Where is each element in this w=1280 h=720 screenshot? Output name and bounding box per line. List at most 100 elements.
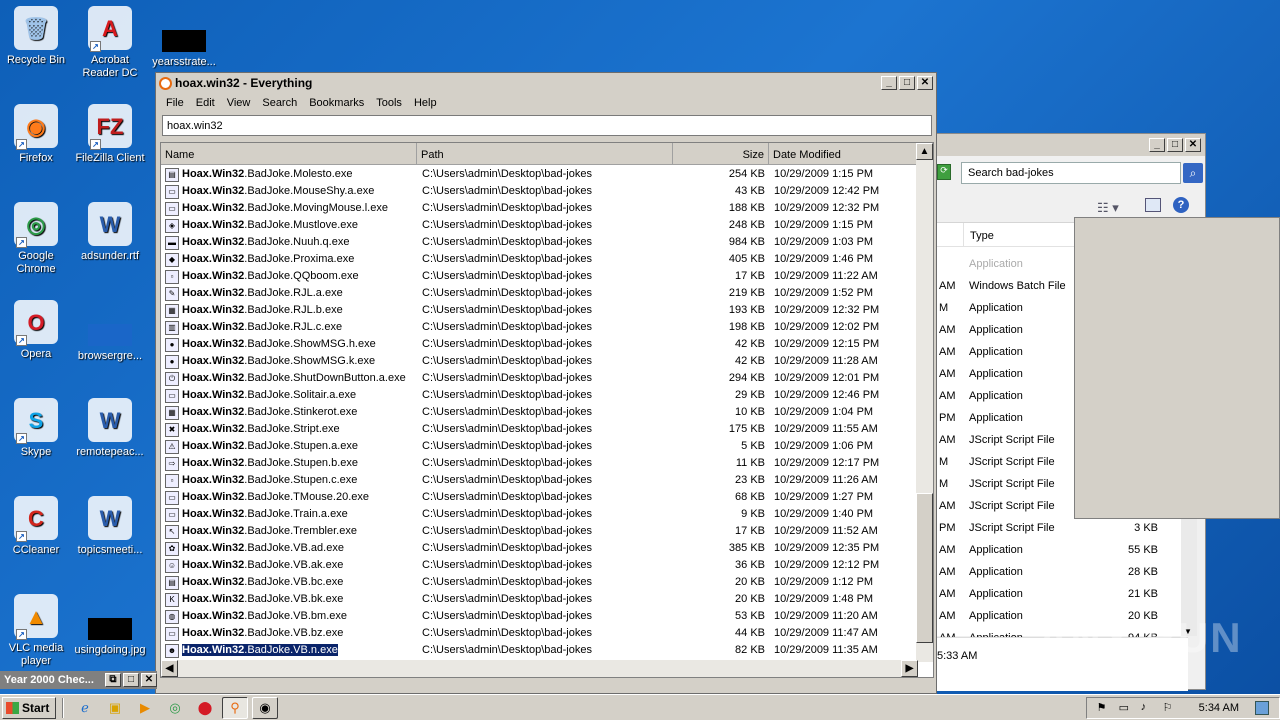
scroll-right-icon[interactable]: ▶ xyxy=(901,660,918,677)
menu-item[interactable]: Tools xyxy=(370,97,408,109)
desktop-icon[interactable]: Wremotepeac... xyxy=(74,398,146,459)
close-icon[interactable]: ✕ xyxy=(1185,138,1201,152)
maximize-icon[interactable]: □ xyxy=(1167,138,1183,152)
everything-titlebar[interactable]: hoax.win32 - Everything _ □ ✕ xyxy=(156,73,936,93)
opera-icon[interactable]: ⬤ xyxy=(192,697,218,719)
eye-app-icon[interactable]: ◉ xyxy=(252,696,278,719)
desktop-icon[interactable]: browsergre... xyxy=(74,300,146,363)
table-row[interactable]: ▤ Hoax.Win32.BadJoke.VB.bc.exe C:\Users\ad… xyxy=(161,574,921,591)
table-row[interactable]: ⏻ Hoax.Win32.BadJoke.ShutDownButton.a.exe… xyxy=(161,370,921,387)
table-row[interactable]: ● Hoax.Win32.BadJoke.ShowMSG.h.exe C:\User… xyxy=(161,336,921,353)
table-row[interactable]: ▫ Hoax.Win32.BadJoke.Stupen.c.exe C:\Users… xyxy=(161,472,921,489)
volume-icon[interactable]: ♪ xyxy=(1141,701,1155,715)
start-button[interactable]: Start xyxy=(2,696,56,719)
scroll-down-icon[interactable]: ▼ xyxy=(933,645,934,662)
horizontal-scrollbar[interactable]: ◀ ▶ xyxy=(161,660,918,677)
desktop-icon[interactable]: usingdoing.jpg xyxy=(74,594,146,657)
minimize-icon[interactable]: _ xyxy=(1149,138,1165,152)
table-row[interactable]: ▥ Hoax.Win32.BadJoke.RJL.c.exe C:\Users\ad… xyxy=(161,319,921,336)
size-column-header[interactable]: Size xyxy=(673,143,769,165)
everything-window[interactable]: hoax.win32 - Everything _ □ ✕ File Edit View… xyxy=(155,72,937,694)
search-icon[interactable]: ⌕ xyxy=(1183,163,1203,183)
explorer-titlebar[interactable]: _ □ ✕ xyxy=(933,134,1205,156)
table-row[interactable]: ☺ Hoax.Win32.BadJoke.VB.ak.exe C:\Users\ad… xyxy=(161,557,921,574)
table-row[interactable]: ▭ Hoax.Win32.BadJoke.Solitair.a.exe C:\Use… xyxy=(161,387,921,404)
minimize-icon[interactable]: _ xyxy=(881,76,897,90)
table-row[interactable]: ▭ Hoax.Win32.BadJoke.TMouse.20.exe C:\User… xyxy=(161,489,921,506)
table-row[interactable]: ✎ Hoax.Win32.BadJoke.RJL.a.exe C:\Users\ad… xyxy=(161,285,921,302)
scroll-thumb[interactable] xyxy=(916,493,933,643)
chrome-icon[interactable]: ◎ xyxy=(162,697,188,719)
table-row[interactable]: ▤ Hoax.Win32.BadJoke.Molesto.exe C:\Users\… xyxy=(161,166,921,183)
minimized-window[interactable]: Year 2000 Chec... ⧉ □ ✕ xyxy=(0,671,157,689)
menu-item[interactable]: View xyxy=(221,97,257,109)
desktop-icon[interactable]: S ↗ Skype xyxy=(0,398,72,459)
table-row[interactable]: ⚠ Hoax.Win32.BadJoke.Stupen.a.exe C:\Users… xyxy=(161,438,921,455)
desktop-icon[interactable]: Wadsunder.rtf xyxy=(74,202,146,263)
date-column-header[interactable]: Date Modified xyxy=(769,143,917,165)
close-icon[interactable]: ✕ xyxy=(917,76,933,90)
path-column-header[interactable]: Path xyxy=(417,143,673,165)
desktop-icon[interactable]: FZ ↗ FileZilla Client xyxy=(74,104,146,165)
explorer-icon[interactable]: ▣ xyxy=(102,697,128,719)
table-row[interactable]: ◍ Hoax.Win32.BadJoke.VB.bm.exe C:\Users\ad… xyxy=(161,608,921,625)
table-row[interactable]: ▭ Hoax.Win32.BadJoke.MovingMouse.l.exe C:\… xyxy=(161,200,921,217)
table-row[interactable]: K Hoax.Win32.BadJoke.VB.bk.exe C:\Users\ad… xyxy=(161,591,921,608)
action-center-icon[interactable]: ⚑ xyxy=(1097,701,1111,715)
table-row[interactable]: ▦ Hoax.Win32.BadJoke.Stinkerot.exe C:\User… xyxy=(161,404,921,421)
search-input[interactable]: hoax.win32 xyxy=(162,115,932,136)
desktop-icon[interactable]: ▲ ↗ VLC media player xyxy=(0,594,72,668)
type-column-header[interactable]: Type xyxy=(963,223,1000,247)
desktop-icon[interactable]: Wtopicsmeeti... xyxy=(74,496,146,557)
clock[interactable]: 5:34 AM xyxy=(1199,702,1239,714)
menu-item[interactable]: Search xyxy=(256,97,303,109)
list-item[interactable]: AM Application 55 KB xyxy=(933,542,1188,560)
table-row[interactable]: ▬ Hoax.Win32.BadJoke.Nuuh.q.exe C:\Users\a… xyxy=(161,234,921,251)
flag-icon[interactable]: ⚐ xyxy=(1163,701,1177,715)
restore-icon[interactable]: ⧉ xyxy=(105,673,121,687)
scroll-up-icon[interactable]: ▲ xyxy=(916,143,933,160)
table-row[interactable]: ▭ Hoax.Win32.BadJoke.MouseShy.a.exe C:\Use… xyxy=(161,183,921,200)
explorer-search-input[interactable]: Search bad-jokes xyxy=(961,162,1181,184)
menu-item[interactable]: Edit xyxy=(190,97,221,109)
show-desktop-icon[interactable] xyxy=(1255,700,1269,715)
table-row[interactable]: ☻ Hoax.Win32.BadJoke.VB.n.exe C:\Users\adm… xyxy=(161,642,921,659)
close-icon[interactable]: ✕ xyxy=(141,673,157,687)
view-options-icon[interactable]: ☷ ▾ xyxy=(1097,200,1119,216)
refresh-icon[interactable]: ⟳ xyxy=(937,164,951,180)
maximize-icon[interactable]: □ xyxy=(899,76,915,90)
table-row[interactable]: ✖ Hoax.Win32.BadJoke.Stript.exe C:\Users\a… xyxy=(161,421,921,438)
ie-icon[interactable]: ℯ xyxy=(72,697,98,719)
table-row[interactable]: ▭ Hoax.Win32.BadJoke.VB.bz.exe C:\Users\ad… xyxy=(161,625,921,642)
desktop-icon[interactable]: yearsstrate... xyxy=(148,6,220,69)
menu-item[interactable]: File xyxy=(160,97,190,109)
network-icon[interactable]: ▭ xyxy=(1119,701,1133,715)
table-row[interactable]: ⇨ Hoax.Win32.BadJoke.Stupen.b.exe C:\Users… xyxy=(161,455,921,472)
name-column-header[interactable]: Name xyxy=(161,143,417,165)
table-row[interactable]: ▭ Hoax.Win32.BadJoke.Train.a.exe C:\Users\… xyxy=(161,506,921,523)
table-row[interactable]: ◆ Hoax.Win32.BadJoke.Proxima.exe C:\Users\… xyxy=(161,251,921,268)
vertical-scrollbar[interactable]: ▲ ▼ xyxy=(916,143,933,662)
table-row[interactable]: ● Hoax.Win32.BadJoke.ShowMSG.k.exe C:\User… xyxy=(161,353,921,370)
desktop-icon[interactable]: A ↗ Acrobat Reader DC xyxy=(74,6,146,80)
table-row[interactable]: ◈ Hoax.Win32.BadJoke.Mustlove.exe C:\Users… xyxy=(161,217,921,234)
everything-icon[interactable]: ⚲ xyxy=(222,696,248,719)
desktop-icon[interactable]: 🗑 Recycle Bin xyxy=(0,6,72,67)
table-row[interactable]: ▫ Hoax.Win32.BadJoke.QQboom.exe C:\Users\a… xyxy=(161,268,921,285)
list-item[interactable]: AM Application 28 KB xyxy=(933,564,1188,582)
desktop-icon[interactable]: ◉ ↗ Firefox xyxy=(0,104,72,165)
menu-item[interactable]: Bookmarks xyxy=(303,97,370,109)
help-icon[interactable]: ? xyxy=(1173,197,1189,213)
desktop-icon[interactable]: O ↗ Opera xyxy=(0,300,72,361)
results-list[interactable]: Name Path Size Date Modified ▤ Hoax.Win32… xyxy=(160,142,934,678)
preview-pane-icon[interactable] xyxy=(1145,198,1161,212)
menu-item[interactable]: Help xyxy=(408,97,443,109)
desktop-icon[interactable]: ◎ ↗ Google Chrome xyxy=(0,202,72,276)
media-player-icon[interactable]: ▶ xyxy=(132,697,158,719)
scroll-left-icon[interactable]: ◀ xyxy=(161,660,178,677)
list-item[interactable]: AM Application 21 KB xyxy=(933,586,1188,604)
list-item[interactable]: PM JScript Script File 3 KB xyxy=(933,520,1188,538)
desktop-icon[interactable]: C ↗ CCleaner xyxy=(0,496,72,557)
table-row[interactable]: ▦ Hoax.Win32.BadJoke.RJL.b.exe C:\Users\ad… xyxy=(161,302,921,319)
table-row[interactable]: ✿ Hoax.Win32.BadJoke.VB.ad.exe C:\Users\ad… xyxy=(161,540,921,557)
